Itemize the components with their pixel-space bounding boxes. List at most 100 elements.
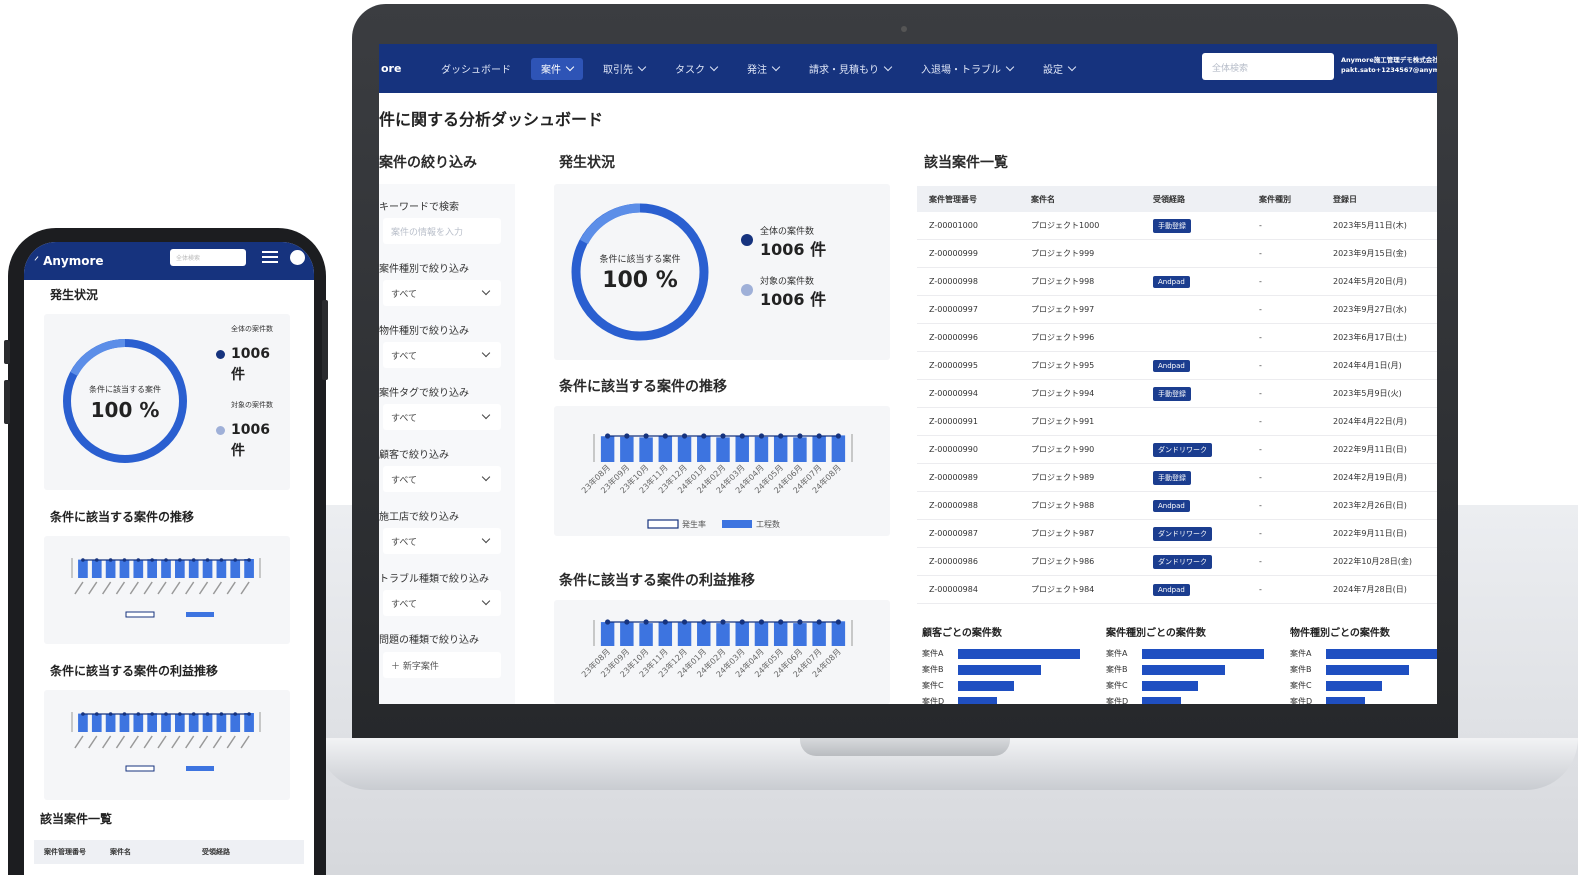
route-badge: Andpad (1153, 275, 1190, 288)
table-row[interactable]: Z-00000996 プロジェクト996 - 2023年6月17日(土) (917, 324, 1437, 352)
cell-name: プロジェクト995 (1031, 361, 1095, 370)
mini-chart-bar (1326, 681, 1382, 691)
total-dot-icon (741, 234, 753, 246)
chevron-down-icon (481, 596, 491, 606)
route-badge: ダンドリワーク (1153, 526, 1212, 541)
avatar[interactable] (290, 250, 305, 265)
cell-name: プロジェクト994 (1031, 389, 1095, 398)
add-issue-button[interactable]: ＋ 新字案件 (383, 652, 501, 678)
table-row[interactable]: Z-00000990 プロジェクト990 ダンドリワーク - 2022年9月11日(日) (917, 436, 1437, 464)
phone-profit-title: 条件に該当する案件の利益推移 (50, 664, 219, 678)
table-row[interactable]: Z-00001000 プロジェクト1000 手動登録 - 2023年5月11日(木) (917, 212, 1437, 240)
chart-bar (600, 436, 615, 462)
mini-chart-label: 案件C (922, 681, 944, 690)
status-card: 条件に該当する案件 100 % 全体の案件数 1006 件 対象の案件数 100… (554, 184, 890, 360)
header-route[interactable]: 受領経路 (1143, 194, 1249, 205)
laptop-notch (800, 738, 1010, 756)
phone-target-value: 1006 (231, 422, 270, 438)
x-tick-label (115, 581, 126, 595)
route-badge: Andpad (1153, 499, 1190, 512)
phone-status-title: 発生状況 (50, 288, 99, 302)
table-row[interactable]: Z-00000987 プロジェクト987 ダンドリワーク - 2022年9月11日(日) (917, 520, 1437, 548)
mini-chart-label: 案件D (922, 697, 945, 704)
profit-title: 条件に該当する案件の利益推移 (559, 573, 755, 589)
header-name[interactable]: 案件名 (1021, 194, 1143, 205)
donut-caption: 条件に該当する案件 (599, 255, 681, 265)
chart-point (758, 619, 765, 625)
phone-header-route[interactable]: 受領経路 (202, 847, 230, 857)
chart-bar (812, 436, 826, 462)
filter-select-3[interactable]: すべて (383, 466, 501, 492)
chart-point (739, 433, 745, 439)
table-row[interactable]: Z-00000991 プロジェクト991 - 2024年4月22日(月) (917, 408, 1437, 436)
chart-point (81, 558, 85, 562)
legend-line-label: 発生率 (682, 519, 706, 529)
phone-total-value: 1006 (231, 346, 270, 362)
chart-point (624, 433, 630, 439)
x-tick-label (143, 581, 153, 595)
cell-name: プロジェクト996 (1031, 333, 1095, 342)
chart-bar (831, 435, 846, 462)
chart-bar (119, 713, 130, 732)
chevron-down-icon (883, 62, 893, 72)
nav-item-3[interactable]: タスク (665, 58, 727, 80)
phone-search-input[interactable]: 全体検索 (170, 249, 246, 266)
account-info[interactable]: Anymore施工管理デモ株式会社 pakt.sato+1234567@anym… (1341, 55, 1437, 75)
filter-select-4[interactable]: すべて (383, 528, 501, 554)
phone-header-name[interactable]: 案件名 (110, 847, 202, 857)
keyword-input[interactable]: 案件の情報を入力 (383, 218, 501, 244)
filter-select-2[interactable]: すべて (383, 404, 501, 430)
keyword-label: キーワードで検索 (379, 202, 459, 213)
table-row[interactable]: Z-00000984 プロジェクト984 Andpad - 2024年7月28日(日) (917, 576, 1437, 604)
route-badge: Andpad (1153, 583, 1190, 596)
mini-chart-label: 案件B (1290, 665, 1312, 674)
nav-item-1[interactable]: 案件 (531, 57, 583, 80)
table-row[interactable]: Z-00000994 プロジェクト994 手動登録 - 2023年5月9日(火) (917, 380, 1437, 408)
mini-chart-label: 案件B (922, 665, 944, 674)
cell-route: 手動登録 (1143, 470, 1249, 485)
chart-bar (230, 559, 241, 578)
table-row[interactable]: Z-00000998 プロジェクト998 Andpad - 2024年5月20日(月) (917, 268, 1437, 296)
header-type[interactable]: 案件種別 (1249, 194, 1323, 205)
mini-chart-bar (1142, 681, 1198, 691)
profit-card: 23年08月 23年09月 23年10月 23年11月 23年12月 24年01月 24年0… (554, 600, 890, 704)
table-row[interactable]: Z-00000989 プロジェクト989 手動登録 - 2024年2月19日(月) (917, 464, 1437, 492)
cell-type: - (1259, 249, 1262, 258)
chart-bar (793, 623, 807, 646)
brand-logo: ore (381, 62, 402, 75)
nav-item-4[interactable]: 発注 (737, 58, 789, 80)
header-date[interactable]: 登録日 (1323, 194, 1437, 205)
table-row[interactable]: Z-00000995 プロジェクト995 Andpad - 2024年4月1日(月) (917, 352, 1437, 380)
top-nav: ore ダッシュボード 案件 取引先 タスク 発注 請求・見積もり 入退場・トラブル 設定 全… (379, 44, 1437, 93)
filter-label-1: 物件種別で絞り込み (379, 326, 469, 337)
x-tick-label (212, 735, 223, 749)
mini-chart-bar (1326, 649, 1437, 659)
chart-point (122, 558, 127, 562)
mini-chart-bar (1142, 697, 1181, 704)
cell-name: プロジェクト989 (1031, 473, 1095, 482)
filter-select-1[interactable]: すべて (383, 342, 501, 368)
table-row[interactable]: Z-00000997 プロジェクト997 - 2023年9月27日(水) (917, 296, 1437, 324)
filter-select-5[interactable]: すべて (383, 590, 501, 616)
table-row[interactable]: Z-00000988 プロジェクト988 Andpad - 2023年2月26日(日) (917, 492, 1437, 520)
hamburger-menu-icon[interactable] (262, 251, 278, 263)
x-tick-label (240, 735, 250, 749)
table-row[interactable]: Z-00000986 プロジェクト986 ダンドリワーク - 2022年10月28日(金… (917, 548, 1437, 576)
global-search-input[interactable]: 全体検索 (1202, 53, 1334, 80)
nav-item-2[interactable]: 取引先 (593, 58, 655, 80)
donut-value: 100 % (602, 268, 678, 293)
legend-line-swatch (647, 519, 679, 529)
nav-item-0[interactable]: ダッシュボード (431, 58, 521, 80)
filter-select-0[interactable]: すべて (383, 280, 501, 306)
phone-header-id[interactable]: 案件管理番号 (34, 847, 110, 857)
table-row[interactable]: Z-00000999 プロジェクト999 - 2023年9月15日(金) (917, 240, 1437, 268)
nav-item-7[interactable]: 設定 (1033, 58, 1085, 80)
chart-bar (754, 622, 769, 646)
x-tick-label (129, 735, 139, 749)
nav-item-6[interactable]: 入退場・トラブル (911, 58, 1023, 80)
nav-item-5[interactable]: 請求・見積もり (799, 58, 901, 80)
header-id[interactable]: 案件管理番号 (917, 194, 1021, 205)
cell-date: 2023年2月26日(日) (1333, 501, 1407, 510)
chart-point (816, 619, 822, 625)
phone-power-button (322, 300, 328, 380)
